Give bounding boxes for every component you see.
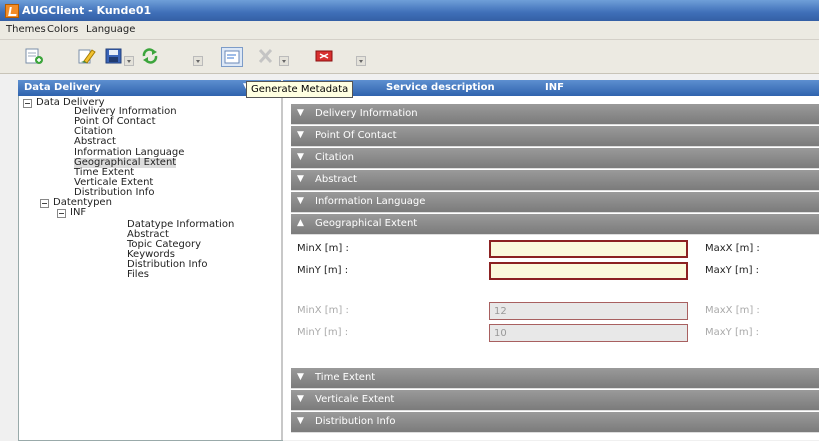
miny-label-disabled: MinY [m] : [297,327,349,338]
refresh-icon[interactable] [140,47,160,65]
chevron-down-icon: ▼ [297,108,304,118]
collapse-icon[interactable] [57,209,66,218]
section-point-of-contact[interactable]: ▼ Point Of Contact [291,126,819,147]
menu-bar: Themes Colors Language [0,21,819,40]
section-delivery-information[interactable]: ▼ Delivery Information [291,104,819,125]
chevron-up-icon: ▲ [297,218,304,228]
chevron-down-icon: ▼ [297,174,304,184]
collapse-icon[interactable] [23,99,32,108]
section-verticale-extent[interactable]: ▼ Verticale Extent [291,390,819,411]
new-document-icon[interactable] [24,47,44,65]
tree-item-inf[interactable]: INF [70,208,86,218]
left-panel-header: Data Delivery ▼ [18,80,281,96]
header-inf: INF [545,82,564,93]
section-citation[interactable]: ▼ Citation [291,148,819,169]
miny-field[interactable] [489,262,688,280]
maxx-label-disabled: MaxX [m] : [705,305,760,316]
app-icon [5,4,19,18]
toolbar [0,40,819,74]
generate-metadata-icon[interactable] [221,47,243,67]
tree-item-abstract[interactable]: Abstract [74,137,116,147]
section-information-language[interactable]: ▼ Information Language [291,192,819,213]
delete-icon[interactable] [256,47,276,65]
refresh-dropdown-arrow[interactable] [193,56,203,66]
delete-dropdown-arrow[interactable] [279,56,289,66]
maxy-label: MaxY [m] : [705,265,760,276]
maxx-label: MaxX [m] : [705,243,760,254]
section-label: Time Extent [315,372,376,383]
chevron-down-icon: ▼ [297,152,304,162]
miny-field-disabled [489,324,688,342]
tooltip: Generate Metadata [246,81,354,98]
chevron-down-icon: ▼ [297,372,304,382]
title-bar: AUGClient - Kunde01 [0,0,819,21]
section-geographical-extent[interactable]: ▲ Geographical Extent [291,214,819,235]
section-label: Delivery Information [315,108,418,119]
chevron-down-icon: ▼ [297,416,304,426]
edit-icon[interactable] [76,47,96,65]
metadata-panel: ▼ Delivery Information ▼ Point Of Contac… [283,96,819,440]
section-label: Geographical Extent [315,218,418,229]
header-service-description: Service description [386,82,495,93]
minx-field[interactable] [489,240,688,258]
minx-label-disabled: MinX [m] : [297,305,349,316]
section-label: Information Language [315,196,426,207]
section-distribution-info[interactable]: ▼ Distribution Info [291,412,819,433]
left-panel-title: Data Delivery [24,82,101,93]
maxy-label-disabled: MaxY [m] : [705,327,760,338]
minx-field-disabled [489,302,688,320]
collapse-icon[interactable] [40,199,49,208]
save-icon[interactable] [104,47,124,65]
chevron-down-icon: ▼ [297,394,304,404]
save-dropdown-arrow[interactable] [124,56,134,66]
right-panel-header: Service description INF [283,80,819,96]
menu-language[interactable]: Language [86,24,135,35]
section-label: Distribution Info [315,416,396,427]
tree-view: Data Delivery Delivery Information Point… [18,96,283,441]
chevron-down-icon: ▼ [297,196,304,206]
exit-dropdown-arrow[interactable] [356,56,366,66]
chevron-down-icon: ▼ [297,130,304,140]
section-label: Abstract [315,174,357,185]
exit-icon[interactable] [314,47,334,65]
tree-item-files[interactable]: Files [127,270,149,280]
section-label: Citation [315,152,354,163]
menu-themes[interactable]: Themes [6,24,46,35]
window-title: AUGClient - Kunde01 [22,4,152,17]
section-time-extent[interactable]: ▼ Time Extent [291,368,819,389]
menu-colors[interactable]: Colors [47,24,78,35]
miny-label: MinY [m] : [297,265,349,276]
section-abstract[interactable]: ▼ Abstract [291,170,819,191]
section-label: Point Of Contact [315,130,397,141]
section-label: Verticale Extent [315,394,395,405]
minx-label: MinX [m] : [297,243,349,254]
